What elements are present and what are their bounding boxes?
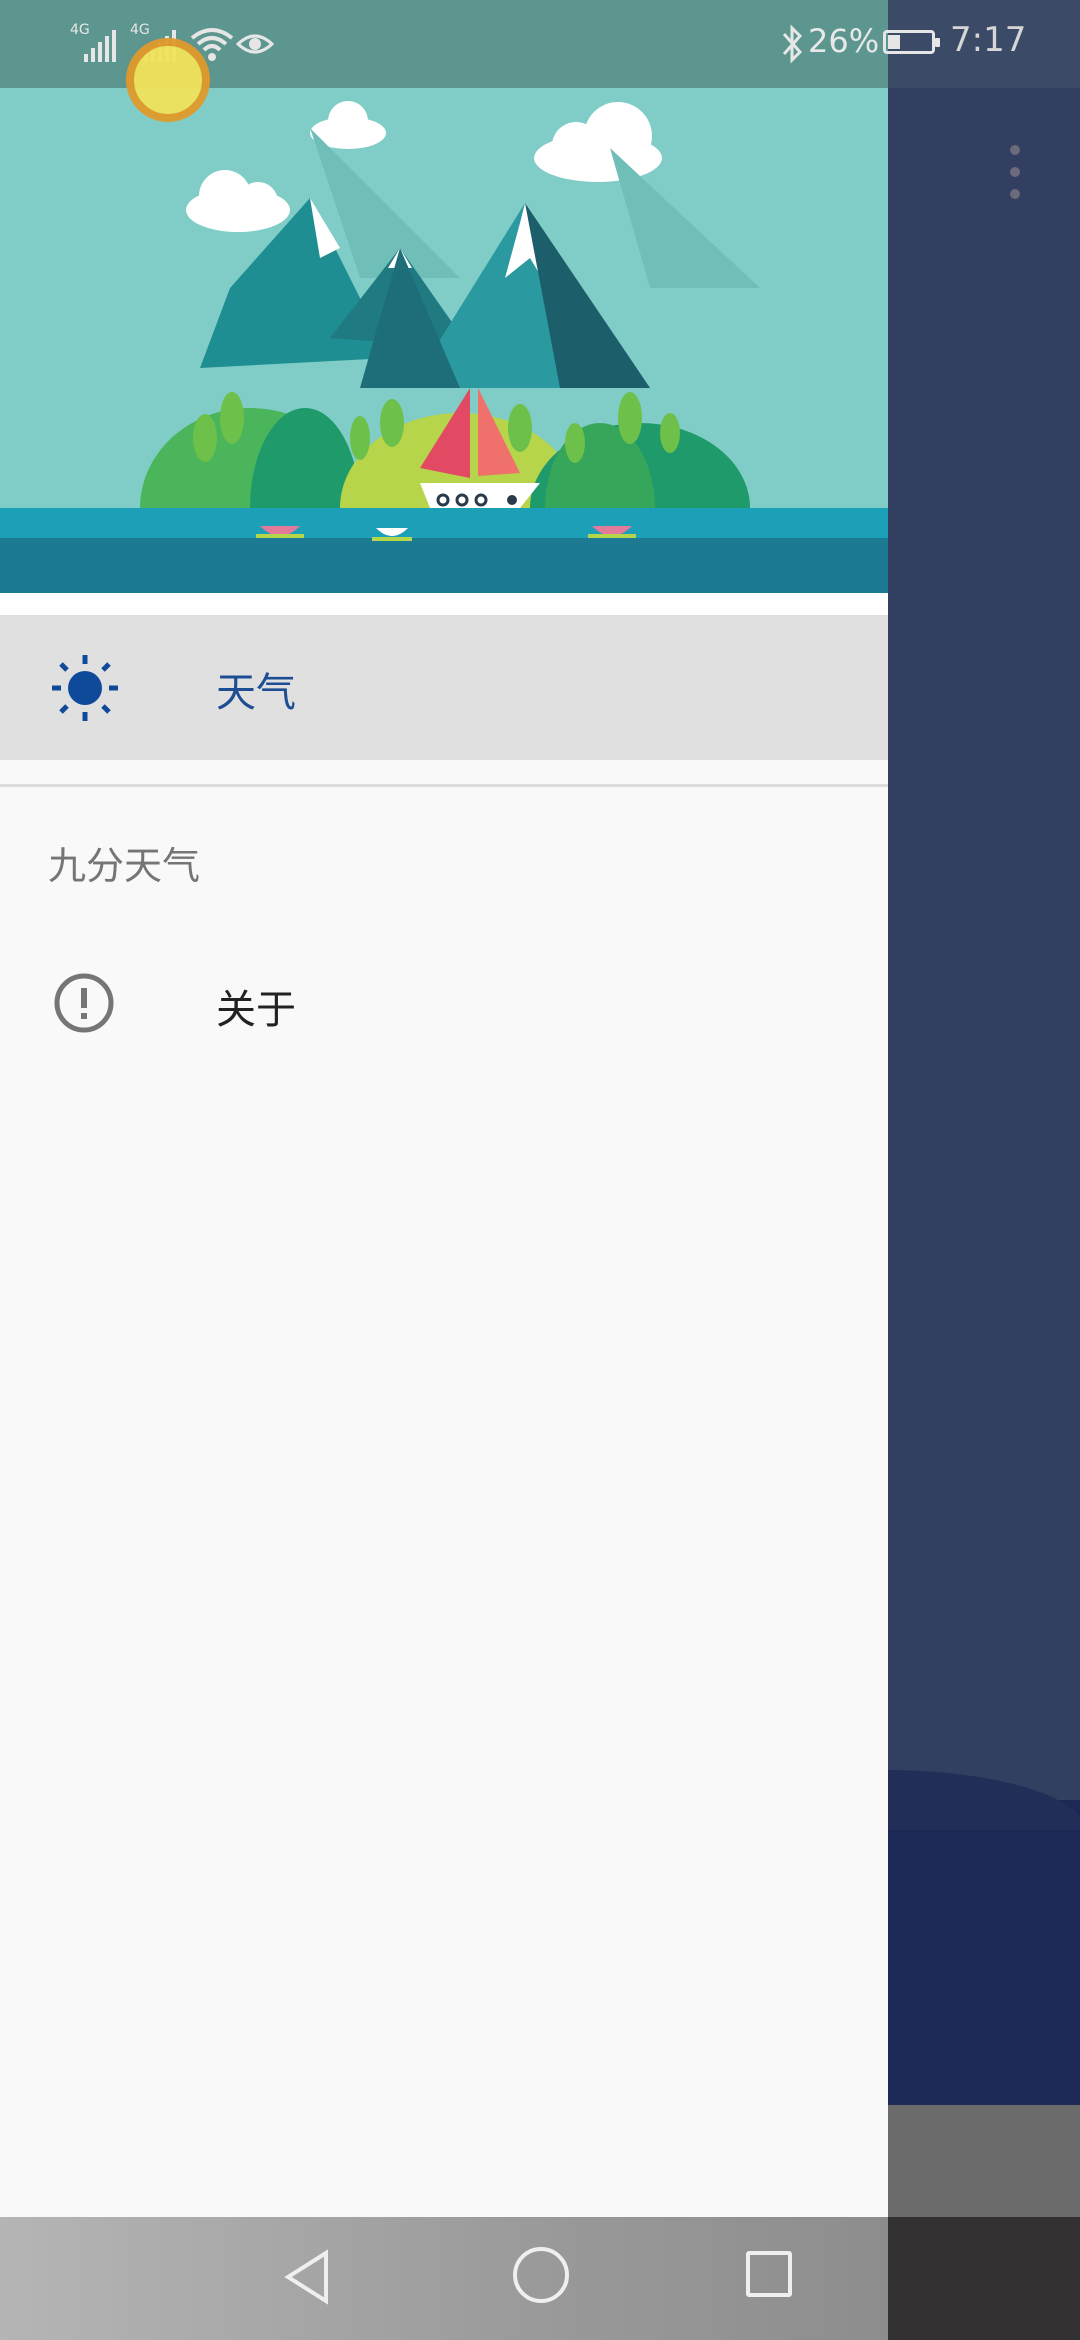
drawer-item-label: 关于 xyxy=(216,987,296,1033)
divider xyxy=(0,784,888,787)
back-icon[interactable] xyxy=(282,2247,332,2307)
sun-icon xyxy=(52,655,118,721)
info-icon xyxy=(54,973,114,1033)
background-bar xyxy=(885,2105,1080,2217)
header-divider xyxy=(0,593,888,615)
status-time: 7:17 xyxy=(950,20,1027,60)
recents-icon[interactable] xyxy=(746,2251,792,2297)
eye-icon xyxy=(236,34,274,54)
bluetooth-icon xyxy=(782,24,803,64)
section-title: 九分天气 xyxy=(48,844,201,888)
touch-indicator xyxy=(126,38,210,122)
overflow-menu-icon[interactable] xyxy=(1005,145,1025,205)
signal-icon: 4G xyxy=(70,22,116,62)
nav-bar-right xyxy=(885,2217,1080,2340)
battery-percent: 26% xyxy=(808,22,880,60)
drawer-item-weather[interactable]: 天气 xyxy=(0,615,888,760)
navigation-drawer: 4G 4G 26% 天气 九分天气 关于 xyxy=(0,0,940,2340)
battery-icon xyxy=(883,30,940,54)
drawer-header-illustration xyxy=(0,88,888,593)
home-icon[interactable] xyxy=(513,2247,569,2303)
system-nav-bar xyxy=(0,2217,888,2340)
background-wave xyxy=(885,1770,1080,2105)
drawer-item-about[interactable]: 关于 xyxy=(0,955,888,1055)
drawer-item-label: 天气 xyxy=(216,670,296,716)
